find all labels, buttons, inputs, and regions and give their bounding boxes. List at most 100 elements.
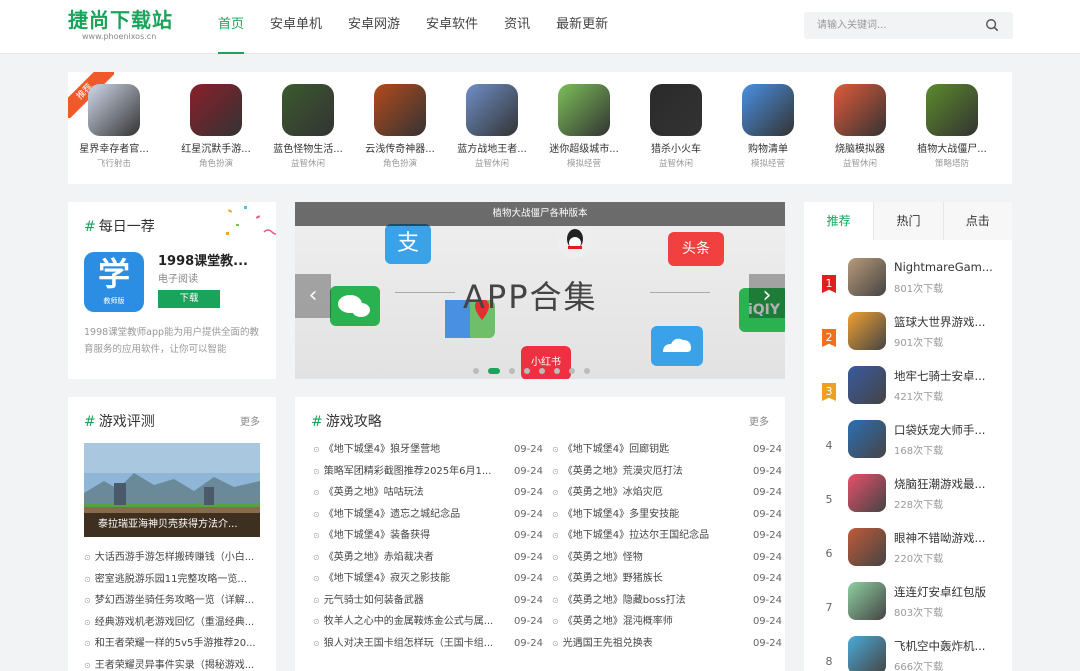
app-name[interactable]: 蓝方战地王者... <box>446 140 538 155</box>
review-list-item[interactable]: 经典游戏机老游戏回忆（重温经典... <box>84 612 264 634</box>
review-list-item[interactable]: 梦幻西游坐骑任务攻略一览（详解... <box>84 590 264 612</box>
banner-dot[interactable] <box>524 368 530 374</box>
guide-title[interactable]: 光遇国王先祖兑换表 <box>552 633 742 655</box>
guide-item[interactable]: 光遇国王先祖兑换表 09-24 <box>552 633 782 655</box>
featured-app[interactable]: 星界幸存者官... 飞行射击 <box>68 84 160 169</box>
ranking-tab-0[interactable]: 推荐 <box>804 202 874 240</box>
guide-item[interactable]: 《地下城堡4》装备获得 09-24 <box>313 525 543 547</box>
featured-app[interactable]: 云浅传奇神器... 角色扮演 <box>354 84 446 169</box>
app-icon[interactable] <box>742 84 794 136</box>
banner-dot[interactable] <box>554 368 560 374</box>
site-logo[interactable]: 捷尚下载站 www.phoenixos.cn <box>68 8 188 48</box>
guide-title[interactable]: 《地下城堡4》寂灭之影技能 <box>313 568 503 590</box>
daily-app-name[interactable]: 1998课堂教... <box>158 250 248 269</box>
guide-title[interactable]: 牧羊人之心中的金属鞍炼金公式与属... <box>313 611 503 633</box>
app-icon[interactable] <box>466 84 518 136</box>
app-name[interactable]: 迷你超级城市... <box>538 140 630 155</box>
app-name[interactable]: 红星沉默手游... <box>170 140 262 155</box>
app-icon[interactable] <box>88 84 140 136</box>
guide-item[interactable]: 《地下城堡4》回廊钥匙 09-24 <box>552 439 782 461</box>
nav-item-0[interactable]: 首页 <box>206 0 256 54</box>
ranking-app-name[interactable]: 连连灯安卓红包版 <box>894 584 1006 600</box>
app-icon[interactable] <box>282 84 334 136</box>
ranking-item[interactable]: 5 烧脑狂潮游戏最... 228次下载 <box>804 474 1012 528</box>
ranking-app-name[interactable]: 地牢七骑士安卓... <box>894 368 1006 384</box>
guide-title[interactable]: 《英勇之地》混沌概率师 <box>552 611 742 633</box>
review-list-item[interactable]: 和王者荣耀一样的5v5手游推荐20... <box>84 633 264 655</box>
ranking-tab-1[interactable]: 热门 <box>873 202 943 240</box>
ranking-app-icon[interactable] <box>848 312 886 350</box>
guide-item[interactable]: 《英勇之地》冰焰灾厄 09-24 <box>552 482 782 504</box>
banner-carousel[interactable]: 支 头条 iQIY 小红书 APP合集 植物大战僵尸各种版本 ‹ › <box>295 202 785 379</box>
ranking-app-name[interactable]: 眼神不错呦游戏... <box>894 530 1006 546</box>
featured-app[interactable]: 蓝色怪物生活... 益智休闲 <box>262 84 354 169</box>
guide-title[interactable]: 《英勇之地》隐藏boss打法 <box>552 590 742 612</box>
guide-item[interactable]: 《英勇之地》野猪族长 09-24 <box>552 568 782 590</box>
guide-title[interactable]: 《地下城堡4》拉达尔王国纪念品 <box>552 525 742 547</box>
ranking-app-name[interactable]: NightmareGam... <box>894 260 1006 274</box>
ranking-item[interactable]: 2 篮球大世界游戏... 901次下载 <box>804 312 1012 366</box>
app-icon[interactable] <box>374 84 426 136</box>
featured-app[interactable]: 蓝方战地王者... 益智休闲 <box>446 84 538 169</box>
guide-item[interactable]: 《地下城堡4》多里安技能 09-24 <box>552 504 782 526</box>
app-icon[interactable] <box>190 84 242 136</box>
banner-dot[interactable] <box>539 368 545 374</box>
banner-dot[interactable] <box>509 368 515 374</box>
ranking-item[interactable]: 8 飞机空中轰炸机... 666次下载 <box>804 636 1012 671</box>
guide-title[interactable]: 《地下城堡4》遗忘之城纪念品 <box>313 504 503 526</box>
ranking-app-name[interactable]: 口袋妖宠大师手... <box>894 422 1006 438</box>
ranking-item[interactable]: 7 连连灯安卓红包版 803次下载 <box>804 582 1012 636</box>
search-icon[interactable] <box>985 18 999 32</box>
guide-title[interactable]: 《英勇之地》荒漠灾厄打法 <box>552 461 742 483</box>
nav-item-1[interactable]: 安卓单机 <box>258 0 334 54</box>
featured-app[interactable]: 烧脑模拟器 益智休闲 <box>814 84 906 169</box>
guide-item[interactable]: 《英勇之地》荒漠灾厄打法 09-24 <box>552 461 782 483</box>
guide-title[interactable]: 《英勇之地》咕咕玩法 <box>313 482 503 504</box>
app-name[interactable]: 星界幸存者官... <box>68 140 160 155</box>
review-list-item[interactable]: 大话西游手游怎样搬砖赚钱（小白... <box>84 547 264 569</box>
guide-item[interactable]: 元气骑士如何装备武器 09-24 <box>313 590 543 612</box>
ranking-app-icon[interactable] <box>848 582 886 620</box>
ranking-item[interactable]: 3 地牢七骑士安卓... 421次下载 <box>804 366 1012 420</box>
ranking-app-icon[interactable] <box>848 420 886 458</box>
banner-prev-button[interactable]: ‹ <box>295 274 331 318</box>
ranking-item[interactable]: 1 NightmareGam... 801次下载 <box>804 258 1012 312</box>
app-icon[interactable] <box>650 84 702 136</box>
reviews-more-link[interactable]: 更多 <box>240 413 260 428</box>
guide-title[interactable]: 《地下城堡4》装备获得 <box>313 525 503 547</box>
guide-item[interactable]: 策略军团精彩截图推荐2025年6月1... 09-24 <box>313 461 543 483</box>
banner-caption[interactable]: 植物大战僵尸各种版本 <box>295 202 785 226</box>
app-name[interactable]: 购物清单 <box>722 140 814 155</box>
guide-title[interactable]: 《英勇之地》野猪族长 <box>552 568 742 590</box>
guide-title[interactable]: 《英勇之地》赤焰裁决者 <box>313 547 503 569</box>
guide-item[interactable]: 《英勇之地》咕咕玩法 09-24 <box>313 482 543 504</box>
guide-title[interactable]: 狼人对决王国卡组怎样玩（王国卡组... <box>313 633 503 655</box>
daily-download-button[interactable]: 下载 <box>158 290 220 308</box>
nav-item-4[interactable]: 资讯 <box>492 0 542 54</box>
guide-item[interactable]: 《地下城堡4》狼牙堡营地 09-24 <box>313 439 543 461</box>
featured-app[interactable]: 植物大战僵尸... 策略塔防 <box>906 84 998 169</box>
ranking-app-icon[interactable] <box>848 528 886 566</box>
review-list-item[interactable]: 王者荣耀灵异事件实录（揭秘游戏... <box>84 655 264 671</box>
guide-title[interactable]: 策略军团精彩截图推荐2025年6月1... <box>313 461 503 483</box>
featured-app[interactable]: 迷你超级城市... 模拟经营 <box>538 84 630 169</box>
ranking-app-icon[interactable] <box>848 258 886 296</box>
guide-item[interactable]: 《地下城堡4》寂灭之影技能 09-24 <box>313 568 543 590</box>
featured-app[interactable]: 购物清单 模拟经营 <box>722 84 814 169</box>
nav-item-5[interactable]: 最新更新 <box>544 0 620 54</box>
guide-item[interactable]: 《英勇之地》怪物 09-24 <box>552 547 782 569</box>
banner-dot[interactable] <box>584 368 590 374</box>
guide-item[interactable]: 《英勇之地》混沌概率师 09-24 <box>552 611 782 633</box>
guide-item[interactable]: 《地下城堡4》拉达尔王国纪念品 09-24 <box>552 525 782 547</box>
ranking-item[interactable]: 6 眼神不错呦游戏... 220次下载 <box>804 528 1012 582</box>
banner-dot[interactable] <box>569 368 575 374</box>
search-input[interactable] <box>804 12 974 39</box>
guides-more-link[interactable]: 更多 <box>749 413 769 428</box>
ranking-app-name[interactable]: 篮球大世界游戏... <box>894 314 1006 330</box>
nav-item-3[interactable]: 安卓软件 <box>414 0 490 54</box>
guide-title[interactable]: 元气骑士如何装备武器 <box>313 590 503 612</box>
guide-title[interactable]: 《英勇之地》怪物 <box>552 547 742 569</box>
featured-app[interactable]: 红星沉默手游... 角色扮演 <box>170 84 262 169</box>
featured-app[interactable]: 猎杀小火车 益智休闲 <box>630 84 722 169</box>
app-name[interactable]: 猎杀小火车 <box>630 140 722 155</box>
